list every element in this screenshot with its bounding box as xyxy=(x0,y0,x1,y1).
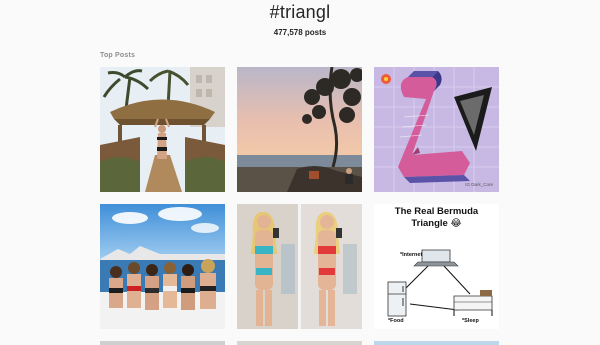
label-sleep: *Sleep xyxy=(462,318,479,324)
post-tile-9-partial[interactable] xyxy=(374,341,499,345)
watermark-text: IG Dark_Core xyxy=(465,182,493,187)
bed-icon xyxy=(453,290,493,316)
tag-header: #triangl 477,578 posts xyxy=(0,0,600,37)
post-tile-5[interactable] xyxy=(237,204,362,329)
post-count: 477,578 posts xyxy=(273,28,327,37)
sunset-beach-photo-icon xyxy=(237,67,362,192)
tiki-hut-photo-icon xyxy=(100,67,225,192)
label-internet: *Internet xyxy=(400,252,423,258)
post-tile-7-partial[interactable] xyxy=(100,341,225,345)
post-tile-8-partial[interactable] xyxy=(237,341,362,345)
post-tile-1[interactable] xyxy=(100,67,225,192)
pink-z-shape-art-icon xyxy=(374,67,499,192)
label-food: *Food xyxy=(388,318,404,324)
post-tile-6[interactable]: The Real Bermuda Triangle 😂 *Internet *F… xyxy=(374,204,499,329)
top-posts-label: Top Posts xyxy=(100,52,136,59)
post-tile-2[interactable] xyxy=(237,67,362,192)
mirror-selfie-photo-icon xyxy=(237,204,362,329)
post-tile-4[interactable] xyxy=(100,204,225,329)
post-tile-3[interactable]: IG Dark_Core xyxy=(374,67,499,192)
triangle-diagram-icon xyxy=(387,249,493,317)
fridge-icon xyxy=(387,281,407,317)
hashtag-title: #triangl xyxy=(269,2,331,22)
group-boat-photo-icon xyxy=(100,204,225,329)
